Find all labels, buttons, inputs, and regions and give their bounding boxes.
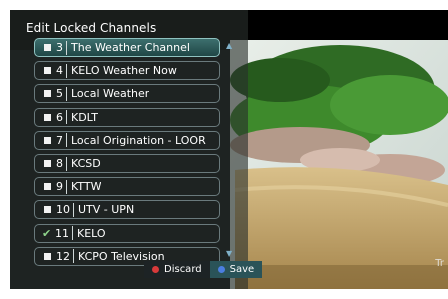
divider bbox=[66, 156, 67, 171]
channel-row[interactable]: 9 KTTW bbox=[34, 177, 220, 197]
channel-number: 7 bbox=[56, 133, 63, 147]
divider bbox=[73, 202, 74, 217]
discard-button[interactable]: Discard bbox=[144, 261, 210, 278]
checkbox[interactable] bbox=[44, 44, 51, 51]
channel-name: KCSD bbox=[71, 157, 101, 170]
channel-row[interactable]: 4 KELO Weather Now bbox=[34, 61, 220, 81]
blue-button-icon bbox=[217, 266, 225, 273]
divider bbox=[66, 63, 67, 78]
divider bbox=[66, 179, 67, 194]
footer-buttons: Discard Save bbox=[144, 261, 263, 278]
checkbox[interactable] bbox=[44, 183, 51, 191]
channel-number: 9 bbox=[56, 180, 63, 194]
checkbox[interactable] bbox=[44, 252, 51, 260]
panel-title: Edit Locked Channels bbox=[26, 21, 157, 35]
edit-locked-channels-panel: Edit Locked Channels 3 The Weather Channe… bbox=[10, 10, 248, 289]
scroll-down-icon[interactable]: ▼ bbox=[226, 249, 232, 258]
checkbox[interactable] bbox=[44, 160, 51, 167]
checkbox[interactable] bbox=[44, 113, 51, 121]
tv-screen: Tr Edit Locked Channels 3 The Weather Cha… bbox=[10, 10, 448, 289]
divider bbox=[66, 110, 67, 125]
divider bbox=[72, 226, 73, 241]
checkbox[interactable] bbox=[44, 136, 51, 144]
channel-number: 10 bbox=[56, 203, 70, 217]
save-button[interactable]: Save bbox=[209, 261, 263, 278]
channel-row[interactable]: 7 Local Origination - LOOR bbox=[34, 130, 220, 150]
checkbox[interactable] bbox=[44, 90, 51, 98]
divider bbox=[66, 40, 67, 55]
channel-row[interactable]: 6 KDLT bbox=[34, 107, 220, 127]
channel-row[interactable]: ✔ 11 KELO bbox=[34, 223, 220, 243]
channel-number: 8 bbox=[56, 157, 63, 170]
channel-row[interactable]: 5 Local Weather bbox=[34, 84, 220, 104]
channel-row[interactable]: 10 UTV - UPN bbox=[34, 200, 220, 220]
scroll-up-icon[interactable]: ▲ bbox=[226, 41, 232, 50]
channel-number: 11 bbox=[55, 226, 69, 240]
divider bbox=[73, 249, 74, 264]
divider bbox=[66, 86, 67, 101]
checkbox[interactable] bbox=[44, 67, 51, 75]
channel-row[interactable]: 3 The Weather Channel bbox=[34, 38, 220, 57]
channel-number: 3 bbox=[56, 41, 63, 54]
discard-label: Discard bbox=[164, 264, 202, 275]
channel-name: Local Weather bbox=[71, 87, 150, 101]
save-label: Save bbox=[229, 264, 255, 275]
channel-row[interactable]: 8 KCSD bbox=[34, 154, 220, 173]
check-icon[interactable]: ✔ bbox=[42, 228, 51, 239]
channel-name: Local Origination - LOOR bbox=[71, 133, 206, 147]
channel-name: KELO Weather Now bbox=[71, 64, 177, 78]
channel-name: The Weather Channel bbox=[71, 41, 190, 54]
channel-number: 12 bbox=[56, 249, 70, 263]
channel-name: KELO bbox=[77, 226, 106, 240]
channel-name: UTV - UPN bbox=[78, 203, 135, 217]
channel-number: 5 bbox=[56, 87, 63, 101]
divider bbox=[66, 133, 67, 148]
channel-number: 4 bbox=[56, 64, 63, 78]
channel-name: KTTW bbox=[71, 180, 102, 194]
channel-name: KDLT bbox=[71, 110, 99, 124]
checkbox[interactable] bbox=[44, 206, 51, 214]
red-button-icon bbox=[152, 266, 159, 273]
video-caption: Tr bbox=[435, 258, 444, 269]
channel-number: 6 bbox=[56, 110, 63, 124]
